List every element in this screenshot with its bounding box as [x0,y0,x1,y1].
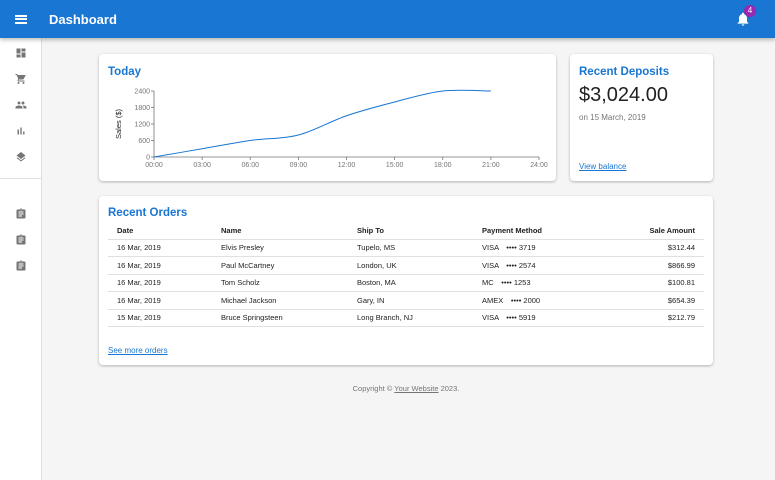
order-payment-method: AMEX ⠀•••• 2000 [473,291,593,310]
x-tick-label: 24:00 [530,162,548,169]
x-tick-label: 12:00 [338,162,356,169]
y-axis-label: Sales ($) [114,108,123,139]
assignment-icon [16,234,26,245]
menu-button[interactable] [0,0,42,38]
x-tick-label: 15:00 [386,162,404,169]
order-name: Tom Scholz [212,274,348,292]
sidebar-divider [0,178,41,179]
deposits-title: Recent Deposits [579,66,670,78]
y-tick-label: 600 [138,138,150,145]
table-row: 16 Mar, 2019 Paul McCartney London, UK V… [108,256,704,275]
sidebar-item-orders[interactable] [0,66,42,92]
x-tick-label: 06:00 [241,162,259,169]
x-tick-label: 18:00 [434,162,452,169]
order-payment-method: MC ⠀•••• 1253 [473,274,593,292]
table-row: 16 Mar, 2019 Michael Jackson Gary, IN AM… [108,291,704,310]
order-name: Bruce Springsteen [212,309,348,327]
sidebar-item-report-2[interactable] [0,227,42,253]
orders-title: Recent Orders [108,207,188,219]
view-balance-link[interactable]: View balance [579,162,626,171]
order-date: 16 Mar, 2019 [108,239,212,257]
today-card: Today 0 600 1200 1800 2400 00:00 03:00 06:00 09:… [99,54,556,181]
sales-series-line [153,89,491,158]
dashboard-icon [16,48,26,58]
order-payment-method: VISA ⠀•••• 2574 [473,256,593,275]
notification-badge: 4 [744,5,756,17]
sidebar-item-reports[interactable] [0,118,42,144]
assignment-icon [16,208,26,219]
sidebar-item-customers[interactable] [0,92,42,118]
deposit-amount: $3,024.00 [579,84,668,106]
y-tick-label: 1200 [134,122,150,129]
sidebar-item-report-1[interactable] [0,201,42,227]
table-row: 16 Mar, 2019 Elvis Presley Tupelo, MS VI… [108,239,704,257]
copyright-prefix: Copyright © [352,384,395,393]
footer-copyright: Copyright © Your Website 2023. [99,384,713,393]
menu-icon [15,14,27,24]
order-date: 16 Mar, 2019 [108,256,212,275]
bar-chart-icon [17,127,25,135]
order-payment-method: VISA ⠀•••• 3719 [473,239,593,257]
column-header-payment-method: Payment Method [473,222,593,240]
layers-icon [16,152,26,162]
order-ship-to: Boston, MA [348,274,473,292]
y-tick-label: 0 [146,155,150,162]
x-tick-label: 03:00 [193,162,211,169]
order-date: 16 Mar, 2019 [108,291,212,310]
y-tick-label: 2400 [134,89,150,96]
see-more-orders-link[interactable]: See more orders [108,346,168,355]
x-tick-label: 00:00 [145,162,163,169]
column-header-sale-amount: Sale Amount [593,222,704,240]
cart-icon [15,74,26,84]
order-ship-to: Gary, IN [348,291,473,310]
sidebar-item-report-3[interactable] [0,253,42,279]
sales-line-chart: 0 600 1200 1800 2400 00:00 03:00 06:00 09:00 12:0… [114,89,548,170]
column-header-date: Date [108,222,212,240]
x-tick-label: 09:00 [290,162,308,169]
order-date: 16 Mar, 2019 [108,274,212,292]
table-row: 16 Mar, 2019 Tom Scholz Boston, MA MC ⠀•… [108,274,704,292]
order-date: 15 Mar, 2019 [108,309,212,327]
sidebar [0,38,42,480]
column-header-name: Name [212,222,348,240]
orders-card: Recent Orders Date Name Ship To Payment … [99,196,713,365]
deposit-date: on 15 March, 2019 [579,113,646,122]
sidebar-item-integrations[interactable] [0,144,42,170]
order-sale-amount: $212.79 [593,309,704,327]
assignment-icon [16,260,26,271]
order-payment-method: VISA ⠀•••• 5919 [473,309,593,327]
order-sale-amount: $312.44 [593,239,704,257]
people-icon [15,101,27,109]
app-bar: Dashboard 4 [0,0,775,38]
sidebar-item-dashboard[interactable] [0,40,42,66]
order-sale-amount: $100.81 [593,274,704,292]
orders-table: Date Name Ship To Payment Method Sale Am… [108,222,704,327]
order-ship-to: London, UK [348,256,473,275]
deposits-card: Recent Deposits $3,024.00 on 15 March, 2… [570,54,713,181]
order-ship-to: Tupelo, MS [348,239,473,257]
table-row: 15 Mar, 2019 Bruce Springsteen Long Bran… [108,309,704,327]
y-tick-label: 1800 [134,105,150,112]
page-title: Dashboard [49,11,117,27]
website-link[interactable]: Your Website [394,384,438,393]
order-name: Elvis Presley [212,239,348,257]
order-name: Paul McCartney [212,256,348,275]
order-name: Michael Jackson [212,291,348,310]
copyright-suffix: 2023. [438,384,460,393]
x-tick-label: 21:00 [482,162,500,169]
order-ship-to: Long Branch, NJ [348,309,473,327]
table-header-row: Date Name Ship To Payment Method Sale Am… [108,222,704,240]
column-header-ship-to: Ship To [348,222,473,240]
order-sale-amount: $654.39 [593,291,704,310]
notifications-button[interactable]: 4 [735,5,756,29]
order-sale-amount: $866.99 [593,256,704,275]
